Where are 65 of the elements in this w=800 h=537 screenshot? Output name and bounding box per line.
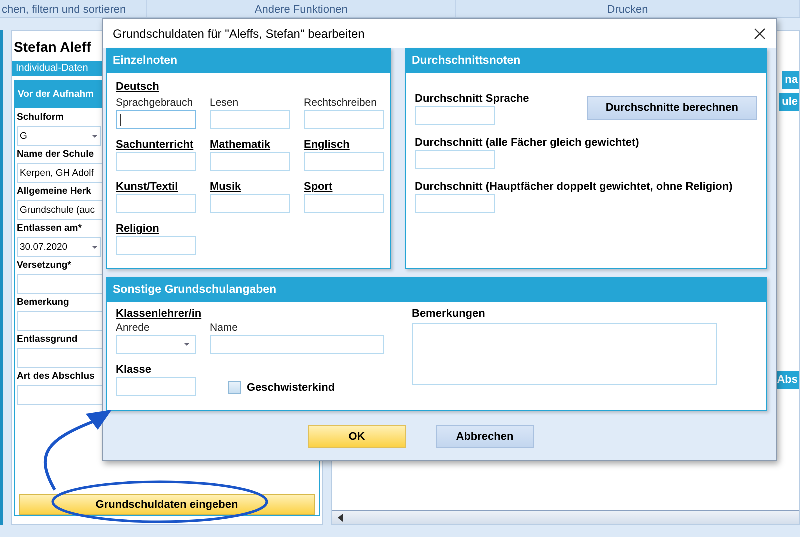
field-label: Entlassgrund (17, 334, 78, 345)
field-label: Allgemeine Herk (17, 186, 92, 197)
average-field[interactable] (415, 106, 495, 125)
dropdown-icon (184, 343, 190, 346)
field-label: Art des Abschlus (17, 371, 95, 382)
grade-field[interactable] (116, 152, 196, 171)
grade-field[interactable] (304, 110, 384, 129)
field-label: Durchschnitt (Hauptfächer doppelt gewichtet, ohne Religion) (415, 181, 733, 193)
grade-field[interactable] (304, 194, 384, 213)
average-field[interactable] (415, 150, 495, 169)
salutation-dropdown[interactable] (116, 335, 196, 354)
dropdown-field[interactable]: G (17, 126, 101, 146)
panel-header: Sonstige Grundschulangaben (107, 278, 766, 302)
subject-label: Deutsch (116, 81, 160, 93)
toolbar-tab[interactable]: Drucken (456, 0, 800, 17)
remarks-field[interactable] (412, 323, 717, 385)
grade-field[interactable] (116, 194, 196, 213)
horizontal-scrollbar[interactable] (332, 510, 799, 524)
section-label: Klassenlehrer/in (116, 308, 202, 320)
toolbar-tab[interactable]: chen, filtern und sortieren (0, 0, 148, 17)
field-label: Entlassen am* (17, 223, 82, 234)
sibling-checkbox[interactable]: Geschwisterkind (228, 381, 336, 394)
field-label: Durchschnitt (alle Fächer gleich gewichtet) (415, 137, 640, 149)
field-label: Lesen (210, 97, 239, 109)
enter-data-button[interactable]: Grundschuldaten eingeben (19, 494, 315, 515)
field-label: Klasse (116, 364, 152, 376)
field-label: Bemerkung (17, 297, 70, 308)
subject-label: Sachunterricht (116, 139, 194, 151)
panel-header: Einzelnoten (107, 49, 390, 73)
subject-label: Kunst/Textil (116, 181, 178, 193)
dropdown-icon (92, 134, 98, 138)
subject-label: Religion (116, 223, 160, 235)
grade-field[interactable] (210, 152, 290, 171)
grade-field[interactable] (116, 110, 196, 129)
panel-header: Durchschnittsnoten (406, 49, 766, 73)
dropdown-icon (92, 246, 98, 248)
subject-label: Mathematik (210, 139, 271, 151)
ok-button[interactable]: OK (308, 425, 406, 448)
cancel-button[interactable]: Abbrechen (436, 425, 534, 448)
field-label: Versetzung* (17, 260, 72, 271)
field-label: Sprachgebrauch (116, 97, 194, 109)
field-label: Name (210, 322, 238, 334)
field-label: Bemerkungen (412, 308, 486, 320)
student-name: Stefan Aleff (13, 38, 92, 57)
field-label: Durchschnitt Sprache (415, 93, 530, 105)
field-label: Anrede (116, 322, 150, 334)
toolbar-tab[interactable]: Andere Funktionen (147, 0, 456, 17)
subject-label: Musik (210, 181, 242, 193)
average-field[interactable] (415, 194, 495, 213)
grade-field[interactable] (210, 110, 290, 129)
scroll-left-icon[interactable] (338, 514, 343, 522)
class-field[interactable] (116, 377, 196, 396)
grade-field[interactable] (210, 194, 290, 213)
text-cursor (120, 114, 121, 126)
name-field[interactable] (210, 335, 384, 354)
close-icon[interactable] (754, 28, 766, 40)
dialog-title: Grundschuldaten für "Aleffs, Stefan" bearbeiten (113, 26, 365, 40)
grade-field[interactable] (304, 152, 384, 171)
field-label: Name der Schule (17, 149, 94, 160)
calculate-button[interactable]: Durchschnitte berechnen (587, 96, 757, 120)
subject-label: Englisch (304, 139, 350, 151)
subject-label: Sport (304, 181, 333, 193)
field-label: Schulform (17, 112, 64, 123)
dropdown-field[interactable]: 30.07.2020 (17, 237, 101, 257)
grade-field[interactable] (116, 236, 196, 255)
